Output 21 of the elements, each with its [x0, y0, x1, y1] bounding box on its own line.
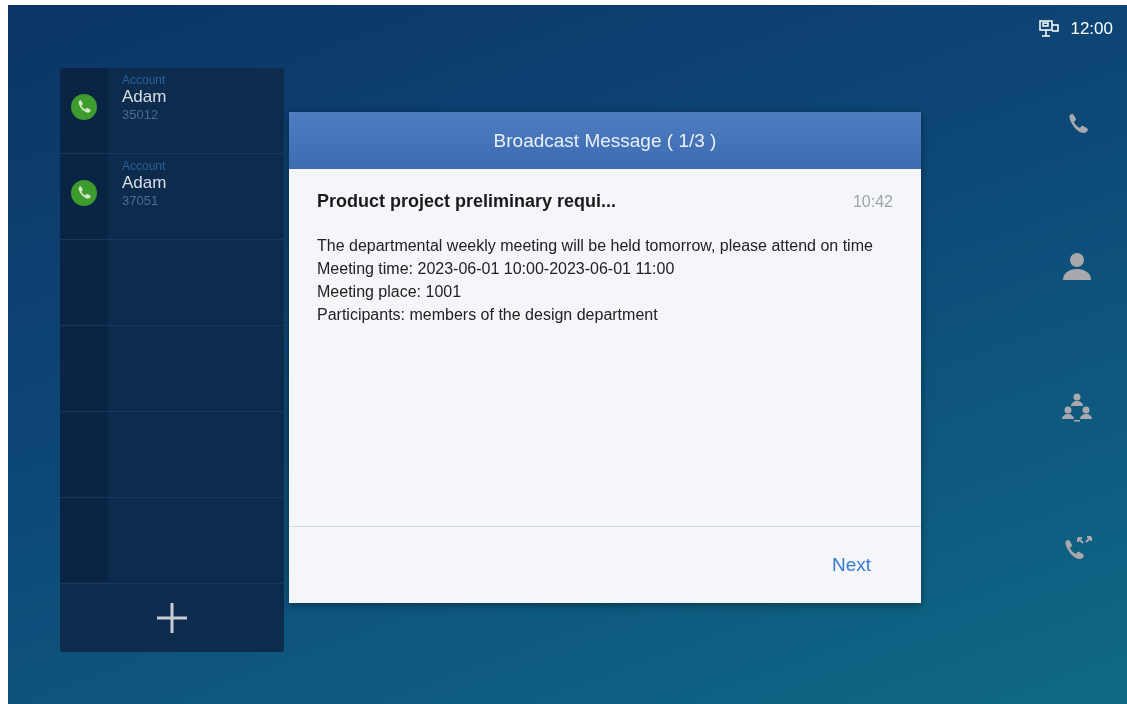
- account-name: Adam: [122, 87, 167, 107]
- message-line: The departmental weekly meeting will be held tomorrow, please attend on time: [317, 236, 874, 256]
- message-line: Participants: members of the design department: [317, 305, 659, 325]
- phone-icon: [71, 94, 97, 120]
- clock-time: 12:00: [1070, 19, 1113, 39]
- message-line: Meeting place: 1001: [317, 282, 463, 302]
- message-line: Meeting time: 2023-06-01 10:00-2023-06-01 11:00: [317, 259, 676, 279]
- network-icon: [1038, 18, 1061, 40]
- account-label: Account: [122, 73, 167, 87]
- next-button[interactable]: Next: [823, 550, 879, 580]
- group-icon[interactable]: [1061, 392, 1093, 424]
- phone-icon: [71, 180, 97, 206]
- account-number: 37051: [122, 193, 160, 208]
- dialog-title: Broadcast Message ( 1/3 ): [493, 129, 717, 152]
- account-number: 35012: [122, 107, 160, 122]
- account-name: Adam: [122, 173, 167, 193]
- add-icon[interactable]: [155, 601, 189, 635]
- message-time: 10:42: [852, 192, 893, 211]
- message-subject: Product project preliminary requi...: [317, 191, 617, 212]
- account-label: Account: [122, 159, 167, 173]
- person-icon[interactable]: [1061, 250, 1093, 282]
